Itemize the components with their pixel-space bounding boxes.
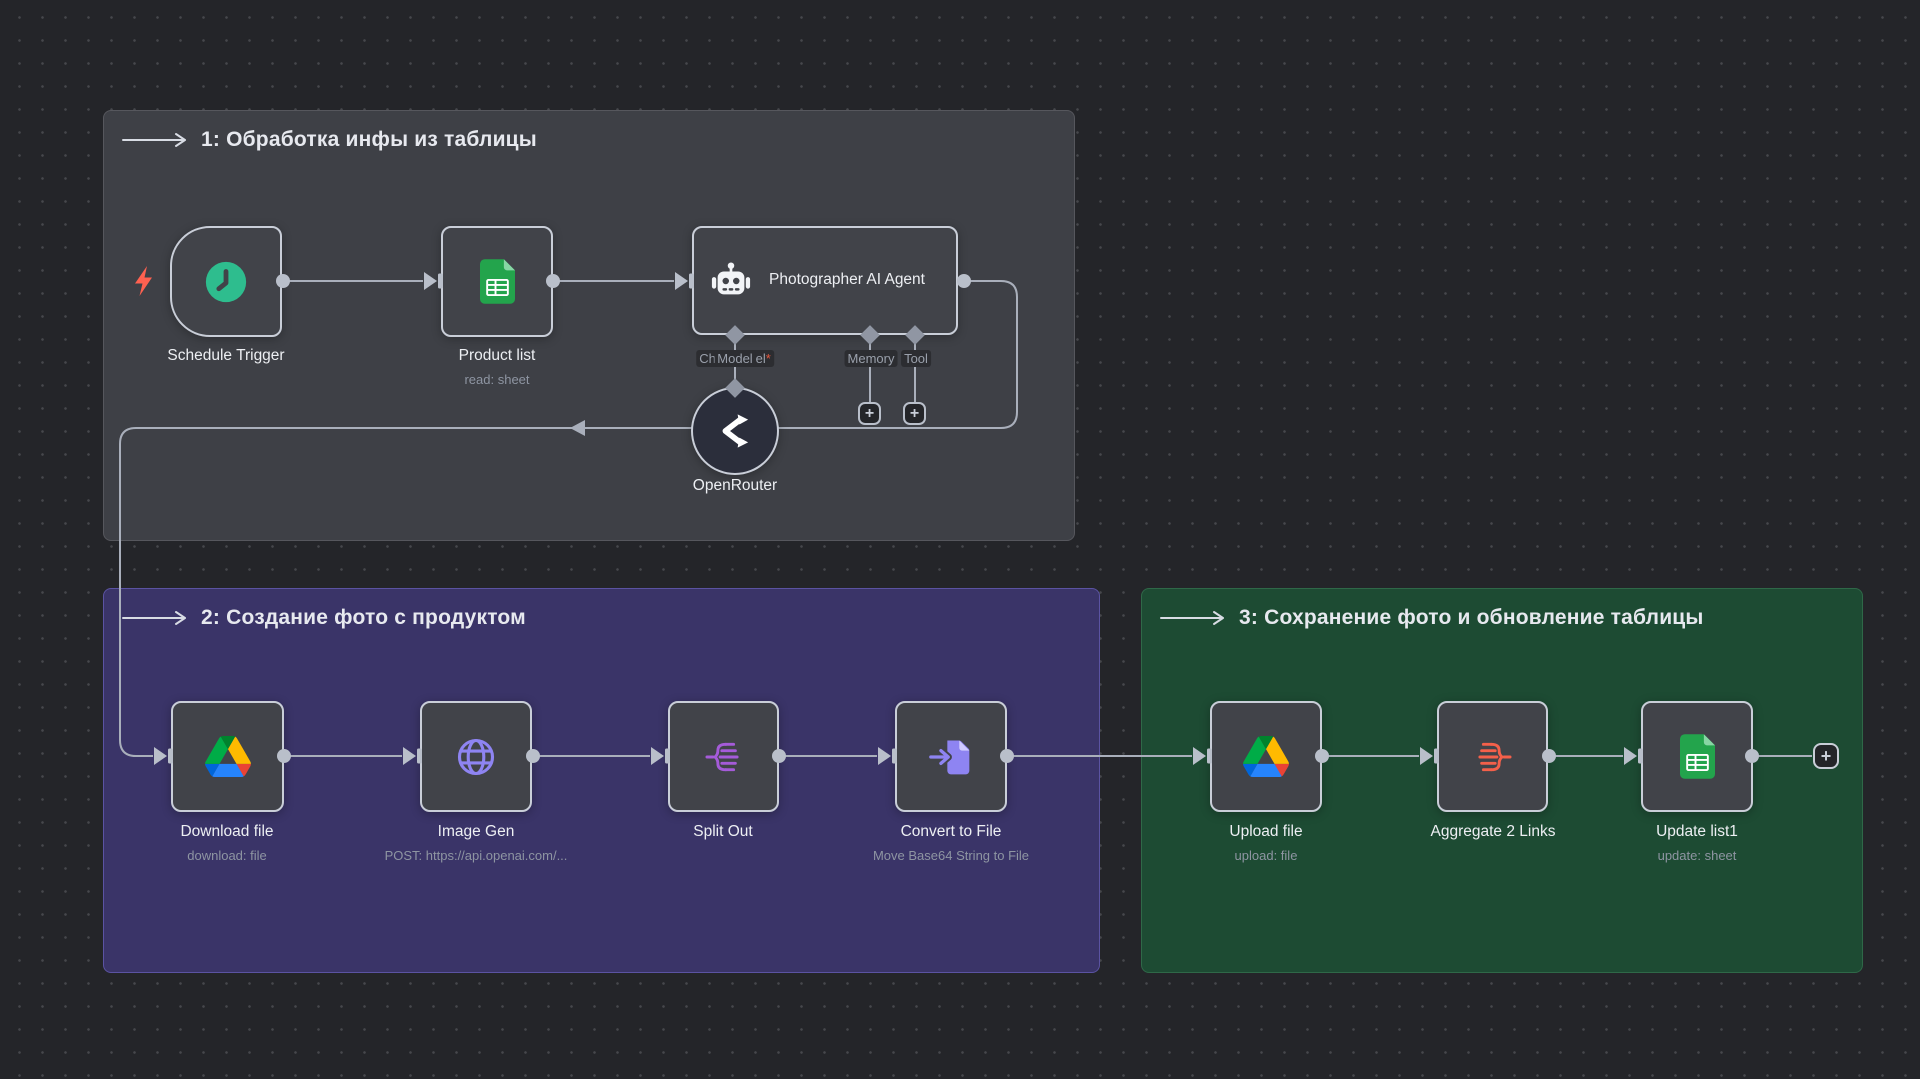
group-1-header: 1: Обработка инфы из таблицы bbox=[122, 128, 537, 152]
clock-icon bbox=[203, 259, 249, 305]
long-arrow-icon bbox=[1160, 610, 1228, 626]
label-split-out: Split Out bbox=[693, 823, 752, 841]
add-tool-button[interactable]: + bbox=[903, 402, 926, 425]
port-label-memory: Memory bbox=[845, 350, 898, 368]
node-upload-file[interactable] bbox=[1210, 701, 1322, 812]
file-import-icon bbox=[928, 735, 974, 779]
group-3-header: 3: Сохранение фото и обновление таблицы bbox=[1160, 606, 1704, 630]
port-label-chat-model: Chat Model* Model bbox=[696, 350, 774, 368]
add-memory-button[interactable]: + bbox=[858, 402, 881, 425]
robot-icon bbox=[710, 261, 752, 301]
node-schedule-trigger[interactable] bbox=[170, 226, 282, 337]
node-update-list1[interactable] bbox=[1641, 701, 1753, 812]
label-download-file: Download file download: file bbox=[180, 823, 273, 863]
split-out-icon bbox=[703, 736, 745, 778]
node-image-gen[interactable] bbox=[420, 701, 532, 812]
group-2-header: 2: Создание фото с продуктом bbox=[122, 606, 526, 630]
globe-icon bbox=[454, 735, 498, 779]
google-drive-icon bbox=[1243, 736, 1289, 777]
node-split-out[interactable] bbox=[668, 701, 779, 812]
group-1-title: 1: Обработка инфы из таблицы bbox=[201, 128, 537, 152]
node-download-file[interactable] bbox=[171, 701, 284, 812]
node-product-list[interactable] bbox=[441, 226, 553, 337]
plus-icon: + bbox=[910, 406, 919, 422]
port-label-tool: Tool bbox=[901, 350, 931, 368]
openrouter-icon bbox=[714, 410, 756, 452]
node-aggregate-2-links[interactable] bbox=[1437, 701, 1548, 812]
plus-icon: + bbox=[865, 406, 874, 422]
add-node-button[interactable]: + bbox=[1813, 743, 1839, 769]
label-aggregate-2-links: Aggregate 2 Links bbox=[1431, 823, 1556, 841]
google-drive-icon bbox=[205, 736, 251, 777]
label-product-list: Product list read: sheet bbox=[459, 347, 536, 387]
port-label-model-overlap: Model bbox=[714, 350, 755, 367]
group-3-title: 3: Сохранение фото и обновление таблицы bbox=[1239, 606, 1704, 630]
node-photographer-ai-agent[interactable]: Photographer AI Agent bbox=[692, 226, 958, 335]
long-arrow-icon bbox=[122, 132, 190, 148]
group-2-title: 2: Создание фото с продуктом bbox=[201, 606, 526, 630]
label-image-gen: Image Gen POST: https://api.openai.com/.… bbox=[385, 823, 568, 863]
node-convert-to-file[interactable] bbox=[895, 701, 1007, 812]
trigger-lightning-icon bbox=[135, 266, 157, 296]
label-upload-file: Upload file upload: file bbox=[1229, 823, 1302, 863]
plus-icon: + bbox=[1821, 747, 1832, 765]
long-arrow-icon bbox=[122, 610, 190, 626]
label-update-list1: Update list1 update: sheet bbox=[1656, 823, 1738, 863]
label-convert-to-file: Convert to File Move Base64 String to Fi… bbox=[873, 823, 1029, 863]
label-schedule-trigger: Schedule Trigger bbox=[167, 347, 284, 365]
agent-node-title: Photographer AI Agent bbox=[769, 270, 929, 290]
sheets-icon bbox=[480, 259, 515, 304]
aggregate-icon bbox=[1472, 736, 1514, 778]
node-openrouter-chat-model[interactable] bbox=[691, 387, 779, 475]
sheets-icon bbox=[1680, 734, 1715, 779]
label-openrouter: OpenRouter bbox=[693, 477, 777, 495]
